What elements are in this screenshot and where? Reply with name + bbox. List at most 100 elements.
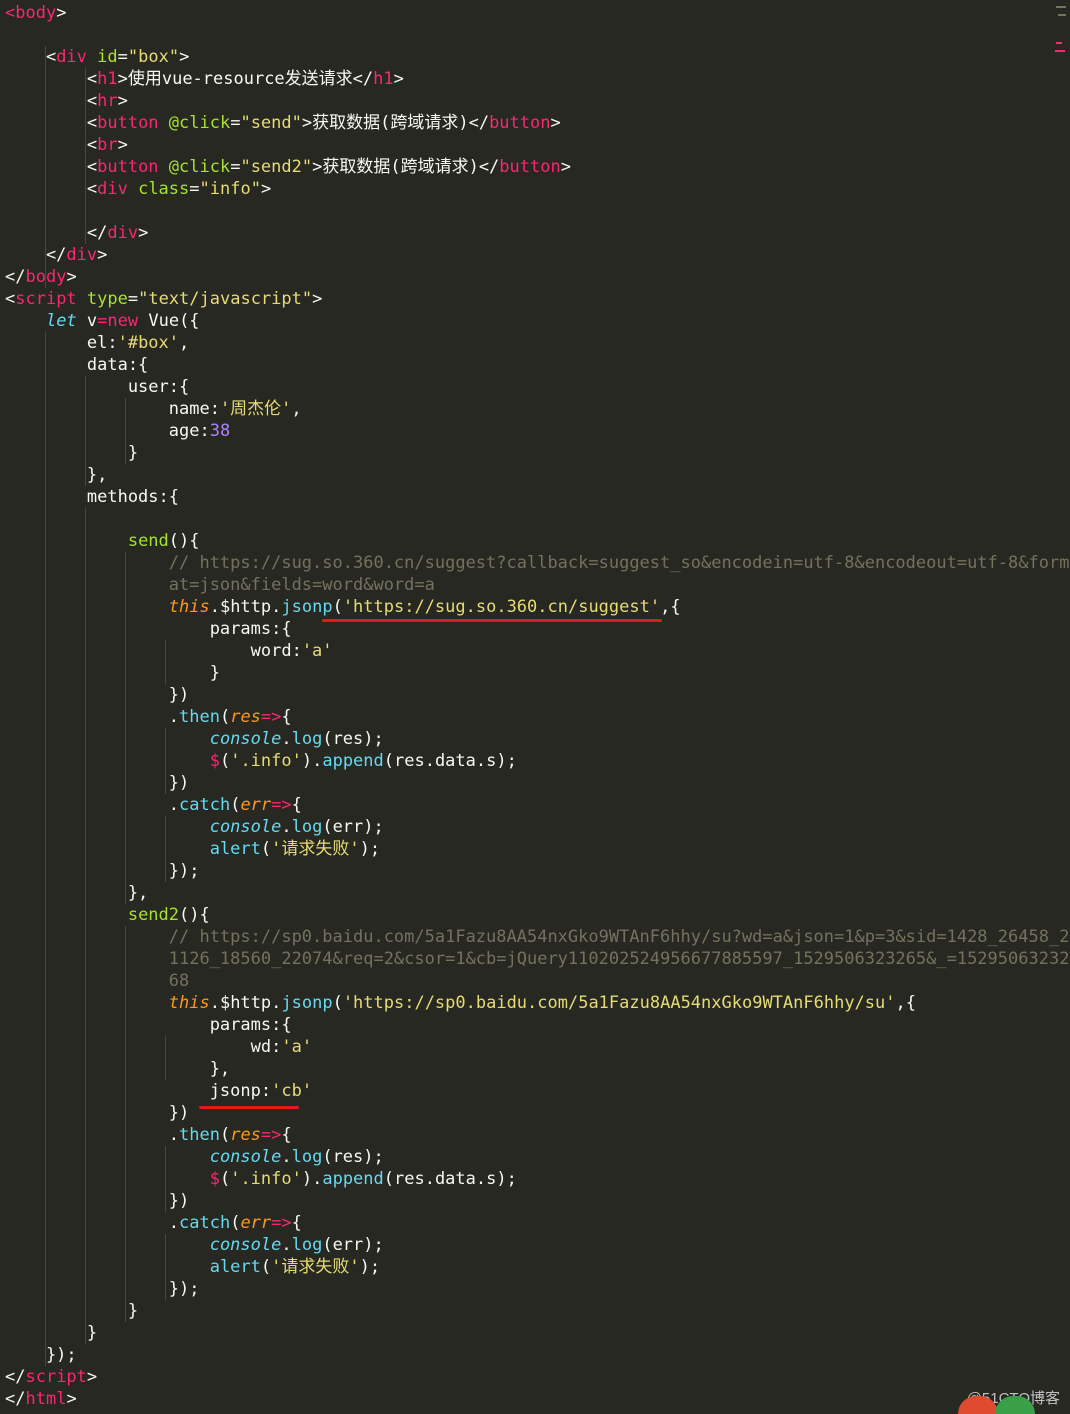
code-line[interactable]: .then(res=>{: [5, 706, 292, 728]
code-line[interactable]: </div>: [5, 222, 148, 244]
code-token: log: [291, 1147, 323, 1167]
code-line[interactable]: },: [5, 1058, 230, 1080]
code-line[interactable]: this.$http.jsonp('https://sp0.baidu.com/…: [5, 992, 916, 1014]
code-line[interactable]: },: [5, 882, 148, 904]
code-line[interactable]: methods:{: [5, 486, 179, 508]
code-line[interactable]: alert('请求失败');: [5, 838, 380, 860]
code-line[interactable]: </div>: [5, 244, 107, 266]
code-token: catch: [179, 1213, 231, 1233]
code-line[interactable]: console.log(res);: [5, 1146, 384, 1168]
code-line[interactable]: <br>: [5, 134, 128, 156]
code-line[interactable]: });: [5, 860, 200, 882]
code-line[interactable]: }: [5, 442, 138, 464]
code-token: data:{: [5, 355, 149, 375]
code-line[interactable]: data:{: [5, 354, 148, 376]
code-line[interactable]: });: [5, 1344, 77, 1366]
code-line[interactable]: <h1>使用vue-resource发送请求</h1>: [5, 68, 404, 90]
code-token: h1: [373, 69, 394, 89]
code-token: ,: [179, 333, 190, 353]
code-token: =>: [271, 1213, 292, 1233]
code-line[interactable]: <button @click="send2">获取数据(跨域请求)</butto…: [5, 156, 571, 178]
code-line[interactable]: .catch(err=>{: [5, 794, 302, 816]
code-line[interactable]: // https://sug.so.360.cn/suggest?callbac…: [5, 552, 1070, 574]
code-line[interactable]: }: [5, 1322, 97, 1344]
code-line[interactable]: <div class="info">: [5, 178, 271, 200]
code-line[interactable]: 68: [5, 970, 189, 992]
code-line[interactable]: this.$http.jsonp('https://sug.so.360.cn/…: [5, 596, 681, 618]
code-token: hr: [97, 91, 118, 111]
code-line[interactable]: }): [5, 1102, 189, 1124]
code-token: then: [179, 1125, 220, 1145]
code-token: 'https://sp0.baidu.com/5a1Fazu8AA54nxGko…: [342, 993, 896, 1013]
code-line[interactable]: <body>: [5, 2, 66, 24]
code-line[interactable]: }: [5, 662, 220, 684]
code-token: "send2": [240, 157, 313, 177]
code-token: <: [5, 113, 98, 133]
code-token: .$http.: [209, 993, 282, 1013]
code-token: let: [45, 311, 77, 331]
code-token: },: [5, 883, 149, 903]
code-token: =: [230, 157, 241, 177]
code-line[interactable]: at=json&fields=word&word=a: [5, 574, 435, 596]
code-line[interactable]: <div id="box">: [5, 46, 189, 68]
code-line[interactable]: $('.info').append(res.data.s);: [5, 750, 517, 772]
code-line[interactable]: alert('请求失败');: [5, 1256, 380, 1278]
code-line[interactable]: },: [5, 464, 107, 486]
code-editor[interactable]: <body> <div id="box"> <h1>使用vue-resource…: [0, 0, 1070, 1414]
code-token: methods:{: [5, 487, 179, 507]
code-line[interactable]: });: [5, 1278, 200, 1300]
code-line[interactable]: jsonp:'cb': [5, 1080, 312, 1102]
code-token: $: [209, 751, 220, 771]
code-line[interactable]: send(){: [5, 530, 200, 552]
code-line[interactable]: params:{: [5, 1014, 292, 1036]
code-token: '周杰伦': [219, 399, 292, 419]
minimap[interactable]: [1054, 0, 1068, 60]
code-line[interactable]: console.log(res);: [5, 728, 384, 750]
code-token: =: [230, 113, 241, 133]
code-token: div: [107, 223, 139, 243]
code-token: }): [5, 773, 190, 793]
code-token: params:{: [5, 1015, 292, 1035]
code-line[interactable]: $('.info').append(res.data.s);: [5, 1168, 517, 1190]
annotation-underline-jsonp-cb: [199, 1106, 299, 1109]
code-line[interactable]: </html>: [5, 1388, 77, 1410]
code-line[interactable]: .then(res=>{: [5, 1124, 292, 1146]
code-line[interactable]: params:{: [5, 618, 292, 640]
code-line[interactable]: console.log(err);: [5, 1234, 384, 1256]
code-line[interactable]: send2(){: [5, 904, 210, 926]
code-token: >: [66, 1389, 77, 1409]
code-line[interactable]: name:'周杰伦',: [5, 398, 302, 420]
code-line[interactable]: el:'#box',: [5, 332, 189, 354]
code-line[interactable]: <button @click="send">获取数据(跨域请求)</button…: [5, 112, 561, 134]
code-token: =: [117, 47, 128, 67]
code-line[interactable]: </body>: [5, 266, 77, 288]
code-token: '#box': [117, 333, 180, 353]
code-token: <: [5, 91, 98, 111]
code-line[interactable]: }): [5, 1190, 189, 1212]
code-line[interactable]: }): [5, 684, 189, 706]
code-line[interactable]: console.log(err);: [5, 816, 384, 838]
code-token: (){: [179, 905, 210, 925]
code-token: >: [560, 157, 571, 177]
code-line[interactable]: word:'a': [5, 640, 333, 662]
code-line[interactable]: let v=new Vue({: [5, 310, 200, 332]
code-line[interactable]: <hr>: [5, 90, 128, 112]
code-line[interactable]: user:{: [5, 376, 189, 398]
code-line[interactable]: // https://sp0.baidu.com/5a1Fazu8AA54nxG…: [5, 926, 1070, 948]
code-token: .$http.: [209, 597, 282, 617]
code-token: console: [209, 1147, 282, 1167]
code-line[interactable]: 1126_18560_22074&req=2&csor=1&cb=jQuery1…: [5, 948, 1070, 970]
code-line[interactable]: .catch(err=>{: [5, 1212, 302, 1234]
code-line[interactable]: </script>: [5, 1366, 97, 1388]
code-line[interactable]: }): [5, 772, 189, 794]
code-line[interactable]: }: [5, 1300, 138, 1322]
code-token: Vue({: [138, 311, 200, 331]
code-line[interactable]: wd:'a': [5, 1036, 312, 1058]
code-line[interactable]: <script type="text/javascript">: [5, 288, 322, 310]
code-token: // https://sug.so.360.cn/suggest?callbac…: [5, 553, 1070, 573]
code-line[interactable]: age:38: [5, 420, 230, 442]
code-token: ,{: [660, 597, 681, 617]
